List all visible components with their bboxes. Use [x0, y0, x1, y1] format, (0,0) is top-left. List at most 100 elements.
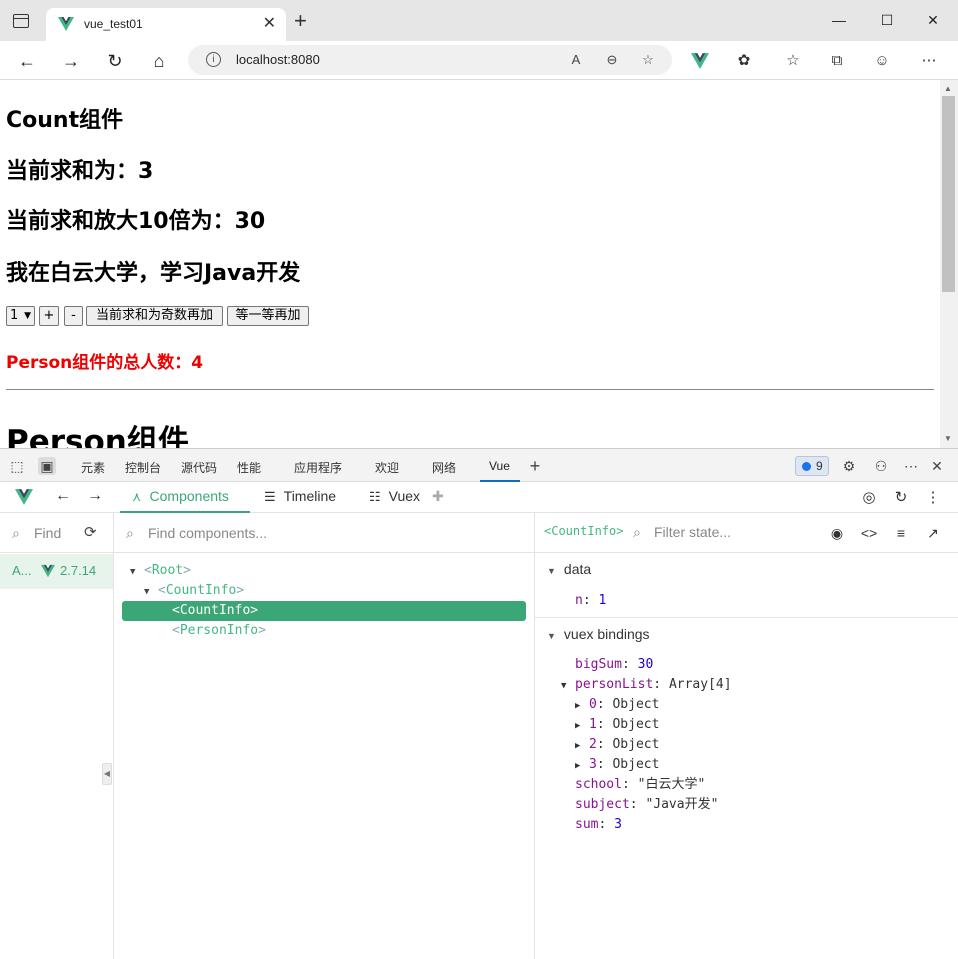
browser-tab[interactable]: vue_test01 ✕	[46, 8, 286, 41]
refresh-icon[interactable]: ↻	[891, 488, 911, 508]
devtools-tab-sources[interactable]: 源代码	[181, 459, 217, 476]
tree-node-countinfo-parent[interactable]: ▼ <CountInfo>	[144, 581, 244, 601]
close-devtools-icon[interactable]: ✕	[928, 457, 946, 475]
favorites-icon[interactable]: ☆	[782, 50, 804, 72]
tab-close-icon[interactable]: ✕	[263, 14, 276, 34]
count-heading: Count组件	[6, 108, 124, 133]
refresh-apps-icon[interactable]: ⟳	[84, 523, 97, 541]
apps-search-input[interactable]: Find	[34, 525, 61, 541]
open-external-icon[interactable]: ↗	[923, 523, 943, 543]
tree-node-countinfo-selected[interactable]: <CountInfo>	[122, 601, 526, 621]
devtools-tab-welcome[interactable]: 欢迎	[375, 459, 399, 476]
state-prop-school[interactable]: school: "白云大学"	[575, 775, 705, 795]
url-field[interactable]: i localhost:8080 A ⊖ ☆	[188, 45, 672, 75]
scroll-to-component-icon[interactable]: ◉	[827, 523, 847, 543]
devtools-tab-performance[interactable]: 性能	[237, 459, 261, 476]
tab-actions-icon[interactable]	[13, 14, 29, 28]
collapse-sidebar-icon[interactable]: ◀	[102, 763, 112, 785]
scroll-thumb[interactable]	[942, 96, 955, 292]
tree-node-personinfo[interactable]: <PersonInfo>	[172, 621, 266, 641]
components-search[interactable]: ⌕ Find components...	[114, 513, 534, 553]
devtools-tab-vue[interactable]: Vue	[489, 459, 510, 473]
state-prop-bigsum[interactable]: bigSum: 30	[575, 655, 653, 675]
search-icon: ⌕	[633, 524, 641, 540]
devtools-tab-network[interactable]: 网络	[432, 459, 456, 476]
devtools-tab-application[interactable]: 应用程序	[294, 459, 342, 476]
page-scrollbar[interactable]: ▲ ▼	[940, 80, 958, 448]
apps-search[interactable]: ⌕ Find ⟳	[0, 513, 113, 553]
tree-node-countinfo-parent-label: CountInfo	[165, 583, 237, 598]
data-section-label: data	[563, 561, 592, 577]
issues-badge[interactable]: 9	[795, 456, 829, 476]
reload-icon[interactable]: ↻	[102, 48, 128, 74]
tree-node-root[interactable]: ▼ <Root>	[130, 561, 191, 581]
devtools-more-icon[interactable]: ⋯	[902, 457, 920, 475]
vue-tab-components[interactable]: ⋏ Components	[120, 482, 250, 513]
search-icon: ⌕	[12, 525, 20, 541]
vue-tab-vuex-label: Vuex	[388, 488, 421, 504]
forward-icon[interactable]: →	[58, 48, 84, 74]
maximize-icon[interactable]: ☐	[872, 8, 902, 32]
odd-add-button[interactable]: 当前求和为奇数再加	[86, 306, 223, 326]
favorite-add-icon[interactable]: ☆	[638, 50, 658, 70]
state-prop-sum[interactable]: sum: 3	[575, 815, 622, 835]
settings-gear-icon[interactable]: ⚙	[840, 457, 858, 475]
zoom-icon[interactable]: ⊖	[602, 50, 622, 70]
back-icon[interactable]: ←	[14, 48, 40, 74]
vue-app-icon	[41, 564, 55, 578]
person-count-text: Person组件的总人数：4	[6, 353, 204, 373]
new-tab-icon[interactable]: +	[294, 10, 307, 32]
scroll-up-icon[interactable]: ▲	[944, 84, 952, 93]
vue-forward-icon[interactable]: →	[87, 487, 103, 505]
minimize-icon[interactable]: —	[824, 8, 854, 32]
wait-add-button[interactable]: 等一等再加	[227, 306, 309, 326]
filter-state-input[interactable]: Filter state...	[654, 524, 731, 540]
devtools-tab-console[interactable]: 控制台	[125, 459, 161, 476]
collections-icon[interactable]: ⧉	[826, 50, 848, 72]
vue-tab-vuex[interactable]: ☷ Vuex ✚	[369, 482, 444, 513]
state-array-item[interactable]: ▶ 3: Object	[575, 755, 659, 775]
inspect-dom-icon[interactable]: ≡	[891, 523, 911, 543]
home-icon[interactable]: ⌂	[146, 48, 172, 74]
customize-icon[interactable]: ⚇	[872, 457, 890, 475]
state-array-item[interactable]: ▶ 0: Object	[575, 695, 659, 715]
extensions-icon[interactable]: ✿	[733, 50, 755, 72]
add-panel-icon[interactable]: +	[526, 457, 544, 475]
state-prop-n[interactable]: n: 1	[575, 591, 606, 611]
step-select[interactable]: 1 ▼	[6, 306, 35, 326]
expanded-arrow-icon: ▼	[130, 567, 136, 577]
state-array-item[interactable]: ▶ 2: Object	[575, 735, 659, 755]
select-component-icon[interactable]: ◎	[859, 488, 879, 508]
scroll-down-icon[interactable]: ▼	[944, 434, 952, 443]
plugin-icon: ✚	[431, 488, 444, 504]
state-prop-subject[interactable]: subject: "Java开发"	[575, 795, 718, 815]
devtools-tab-elements[interactable]: 元素	[81, 459, 105, 476]
close-window-icon[interactable]: ✕	[918, 8, 948, 32]
open-source-icon[interactable]: <>	[859, 523, 879, 543]
more-menu-icon[interactable]: ⋯	[918, 50, 940, 72]
tab-title: vue_test01	[84, 17, 143, 31]
vue-back-icon[interactable]: ←	[55, 487, 71, 505]
vue-tab-timeline[interactable]: ☰ Timeline	[264, 482, 336, 513]
components-search-input[interactable]: Find components...	[148, 525, 267, 541]
prop-key: 1	[589, 717, 597, 732]
read-aloud-icon[interactable]: A	[566, 50, 586, 70]
site-info-icon[interactable]: i	[206, 52, 221, 67]
state-prop-personlist[interactable]: ▼ personList: Array[4]	[561, 675, 732, 695]
prop-key: school	[575, 777, 622, 792]
device-toolbar-icon[interactable]: ▣	[38, 457, 56, 475]
expanded-arrow-icon: ▼	[547, 631, 556, 641]
state-array-item[interactable]: ▶ 1: Object	[575, 715, 659, 735]
vue-more-icon[interactable]: ⋮	[923, 488, 943, 508]
decrement-button[interactable]: -	[64, 306, 83, 326]
data-section-title[interactable]: ▼ data	[547, 561, 591, 577]
increment-button[interactable]: +	[39, 306, 59, 326]
collapsed-arrow-icon: ▶	[575, 721, 581, 731]
app-list-item[interactable]: A... 2.7.14	[0, 554, 113, 589]
expanded-arrow-icon: ▼	[144, 587, 150, 597]
vue-devtools-extension-icon[interactable]	[690, 52, 710, 70]
inspect-element-icon[interactable]: ⬚	[8, 457, 26, 475]
school-text: 我在白云大学，学习Java开发	[6, 261, 301, 286]
profile-avatar-icon[interactable]: ☺	[871, 50, 893, 72]
vuex-bindings-section-title[interactable]: ▼ vuex bindings	[547, 626, 650, 642]
